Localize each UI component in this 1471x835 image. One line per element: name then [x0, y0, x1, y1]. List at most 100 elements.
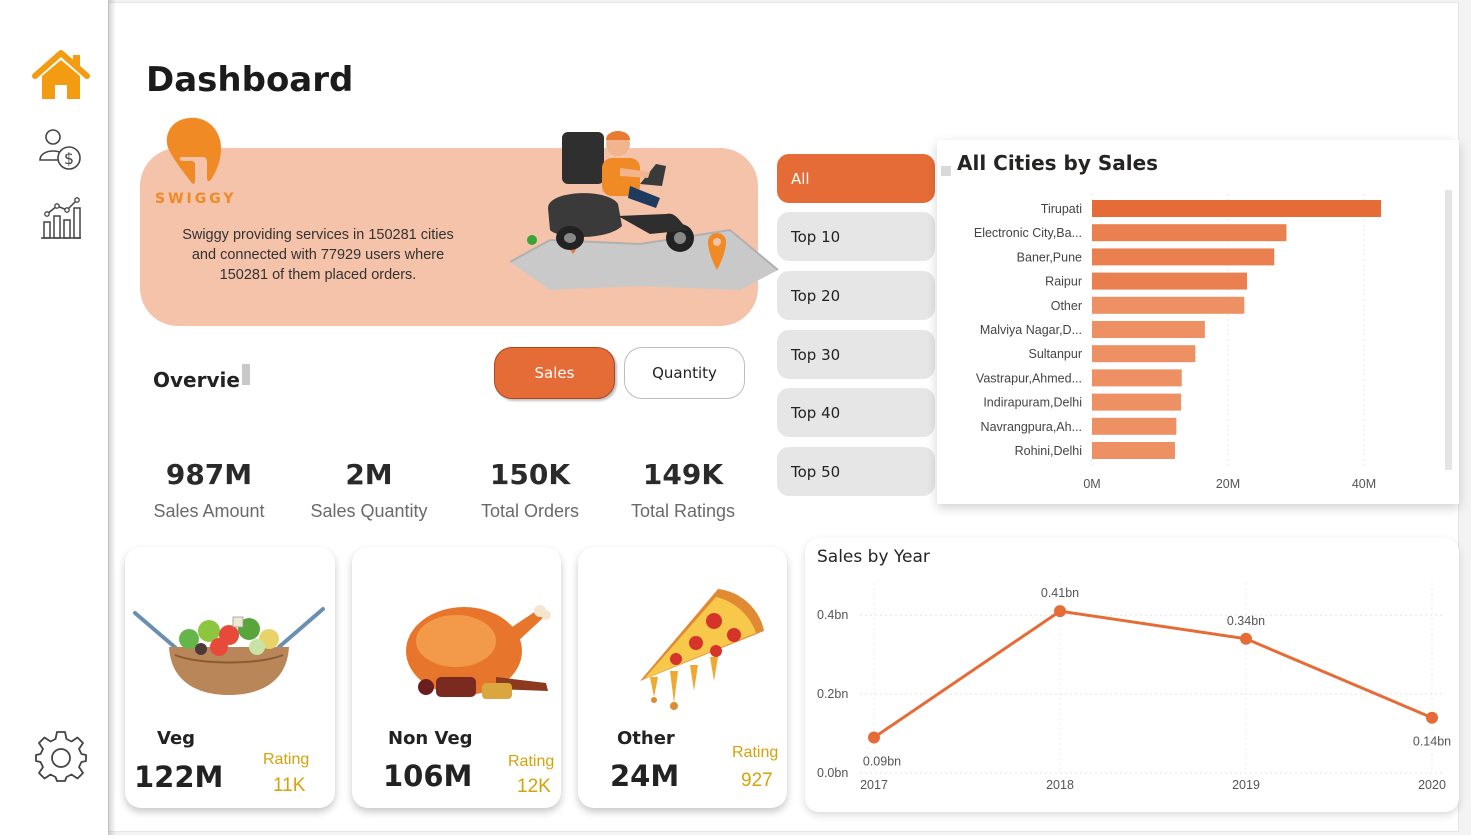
year-chart-title: Sales by Year — [817, 547, 930, 567]
x-tick-label: 0M — [1083, 477, 1100, 491]
city-bar — [1092, 321, 1205, 338]
gear-icon — [35, 731, 87, 782]
city-bar — [1092, 417, 1177, 435]
sales-point — [1054, 605, 1066, 618]
x-tick-label: 20M — [1216, 477, 1240, 491]
roast-chicken-icon — [406, 605, 551, 699]
kpi-label: Total Ratings — [630, 501, 736, 521]
x-tick-label: 2018 — [1046, 778, 1074, 792]
city-sales-chart: 0M 20M 40M Tirupati Electronic City,Ba... Ban… — [974, 194, 1381, 491]
x-tick-label: 40M — [1352, 477, 1376, 491]
y-tick-label: 0.2bn — [817, 687, 848, 701]
kpi-total-orders: 150K Total Orders — [450, 458, 610, 522]
hero-line-1: Swiggy providing services in 150281 citi… — [182, 227, 454, 243]
kpi-label: Total Orders — [480, 501, 580, 521]
data-label: 0.14bn — [1413, 735, 1451, 749]
food-name: Non Veg — [388, 728, 473, 749]
data-label: 0.09bn — [863, 754, 901, 768]
sales-point — [868, 731, 880, 744]
rating-value: 927 — [741, 770, 773, 791]
svg-text:$: $ — [64, 149, 74, 168]
food-sales-value: 24M — [610, 759, 680, 793]
food-name: Other — [617, 728, 675, 749]
kpi-sales-amount: 987M Sales Amount — [129, 458, 289, 522]
city-bar — [1092, 200, 1381, 217]
city-bar — [1092, 393, 1182, 411]
city-category-label: Baner,Pune — [1017, 250, 1082, 264]
city-category-label: Indirapuram,Delhi — [983, 396, 1082, 410]
food-sales-value: 122M — [134, 760, 224, 794]
city-chart-scrollbar[interactable] — [1445, 190, 1452, 470]
bar-chart-icon — [41, 197, 81, 239]
city-category-label: Rohini,Delhi — [1015, 444, 1082, 458]
food-card-veg: Veg 122M Rating 11K — [125, 547, 335, 808]
nav-settings[interactable] — [30, 728, 92, 784]
kpi-total-ratings: 149K Total Ratings — [603, 458, 763, 522]
data-label: 0.41bn — [1041, 586, 1079, 600]
city-category-label: Sultanpur — [1028, 347, 1082, 361]
food-sales-value: 106M — [383, 759, 473, 793]
quantity-toggle-button[interactable]: Quantity — [624, 347, 745, 399]
hero-line-2: and connected with 77929 users where — [191, 247, 445, 263]
city-category-label: Tirupati — [1041, 202, 1082, 216]
city-category-label: Vastrapur,Ahmed... — [976, 371, 1082, 385]
rating-value: 12K — [517, 776, 551, 797]
kpi-label: Sales Quantity — [310, 501, 428, 521]
x-tick-label: 2020 — [1418, 778, 1446, 792]
delivery-scooter-icon — [509, 131, 779, 290]
food-name: Veg — [157, 728, 196, 749]
city-category-label: Navrangpura,Ah... — [981, 420, 1082, 434]
city-bar — [1092, 296, 1245, 314]
hero-line-3: 150281 of them placed orders. — [219, 267, 417, 283]
filter-all-button[interactable]: All — [777, 154, 935, 203]
city-bar — [1092, 442, 1175, 459]
kpi-value: 149K — [642, 458, 724, 491]
city-category-label: Malviya Nagar,D... — [980, 323, 1082, 337]
kpi-sales-quantity: 2M Sales Quantity — [289, 458, 449, 522]
filter-top-20-button[interactable]: Top 20 — [777, 271, 935, 320]
nav-analytics[interactable] — [30, 190, 92, 246]
x-tick-label: 2019 — [1232, 778, 1260, 792]
page-title: Dashboard — [146, 60, 354, 100]
city-category-label: Other — [1051, 299, 1082, 313]
food-card-other: Other 24M Rating 927 — [578, 547, 787, 808]
filter-top-50-button[interactable]: Top 50 — [777, 447, 935, 496]
filter-top-10-button[interactable]: Top 10 — [777, 212, 935, 261]
sales-point — [1240, 632, 1252, 645]
nav-users-sales[interactable]: $ — [30, 122, 92, 178]
rating-label: Rating — [263, 751, 310, 768]
home-icon — [32, 50, 90, 99]
city-chart-title: All Cities by Sales — [957, 151, 1159, 175]
city-category-label: Raipur — [1045, 275, 1082, 289]
food-card-non-veg: Non Veg 106M Rating 12K — [352, 547, 561, 808]
brand-name: SWIGGY — [155, 191, 237, 207]
kpi-value: 2M — [345, 458, 393, 491]
overview-title: Overvie — [153, 368, 240, 392]
city-bar — [1092, 248, 1275, 266]
x-tick-label: 2017 — [860, 778, 888, 792]
kpi-value: 150K — [489, 458, 571, 491]
y-tick-label: 0.0bn — [817, 766, 848, 780]
hero-description: Swiggy providing services in 150281 citi… — [170, 225, 466, 285]
dashboard-root: $ Dashboard SWIGGY Swiggy providing serv… — [0, 0, 1471, 835]
pizza-icon — [640, 589, 764, 710]
rating-label: Rating — [732, 744, 779, 761]
salad-icon — [133, 607, 325, 695]
nav-home[interactable] — [30, 48, 92, 104]
rail-shadow — [108, 0, 116, 835]
data-label: 0.34bn — [1227, 614, 1265, 628]
kpi-value: 987M — [165, 458, 253, 491]
city-bar — [1092, 369, 1182, 387]
sales-point — [1426, 711, 1438, 724]
city-chart-marker — [941, 166, 951, 176]
users-money-icon: $ — [39, 129, 81, 170]
filter-top-30-button[interactable]: Top 30 — [777, 330, 935, 379]
nav-rail: $ — [0, 0, 108, 835]
filter-top-40-button[interactable]: Top 40 — [777, 388, 935, 437]
sales-toggle-button[interactable]: Sales — [494, 347, 615, 399]
overview-marker — [242, 364, 250, 385]
city-category-label: Electronic City,Ba... — [974, 226, 1082, 240]
sales-line — [873, 609, 1433, 739]
rating-label: Rating — [508, 753, 555, 770]
year-sales-chart: 0.0bn 0.2bn 0.4bn 2017 2018 2019 2020 0.09bn 0.4… — [817, 583, 1451, 792]
